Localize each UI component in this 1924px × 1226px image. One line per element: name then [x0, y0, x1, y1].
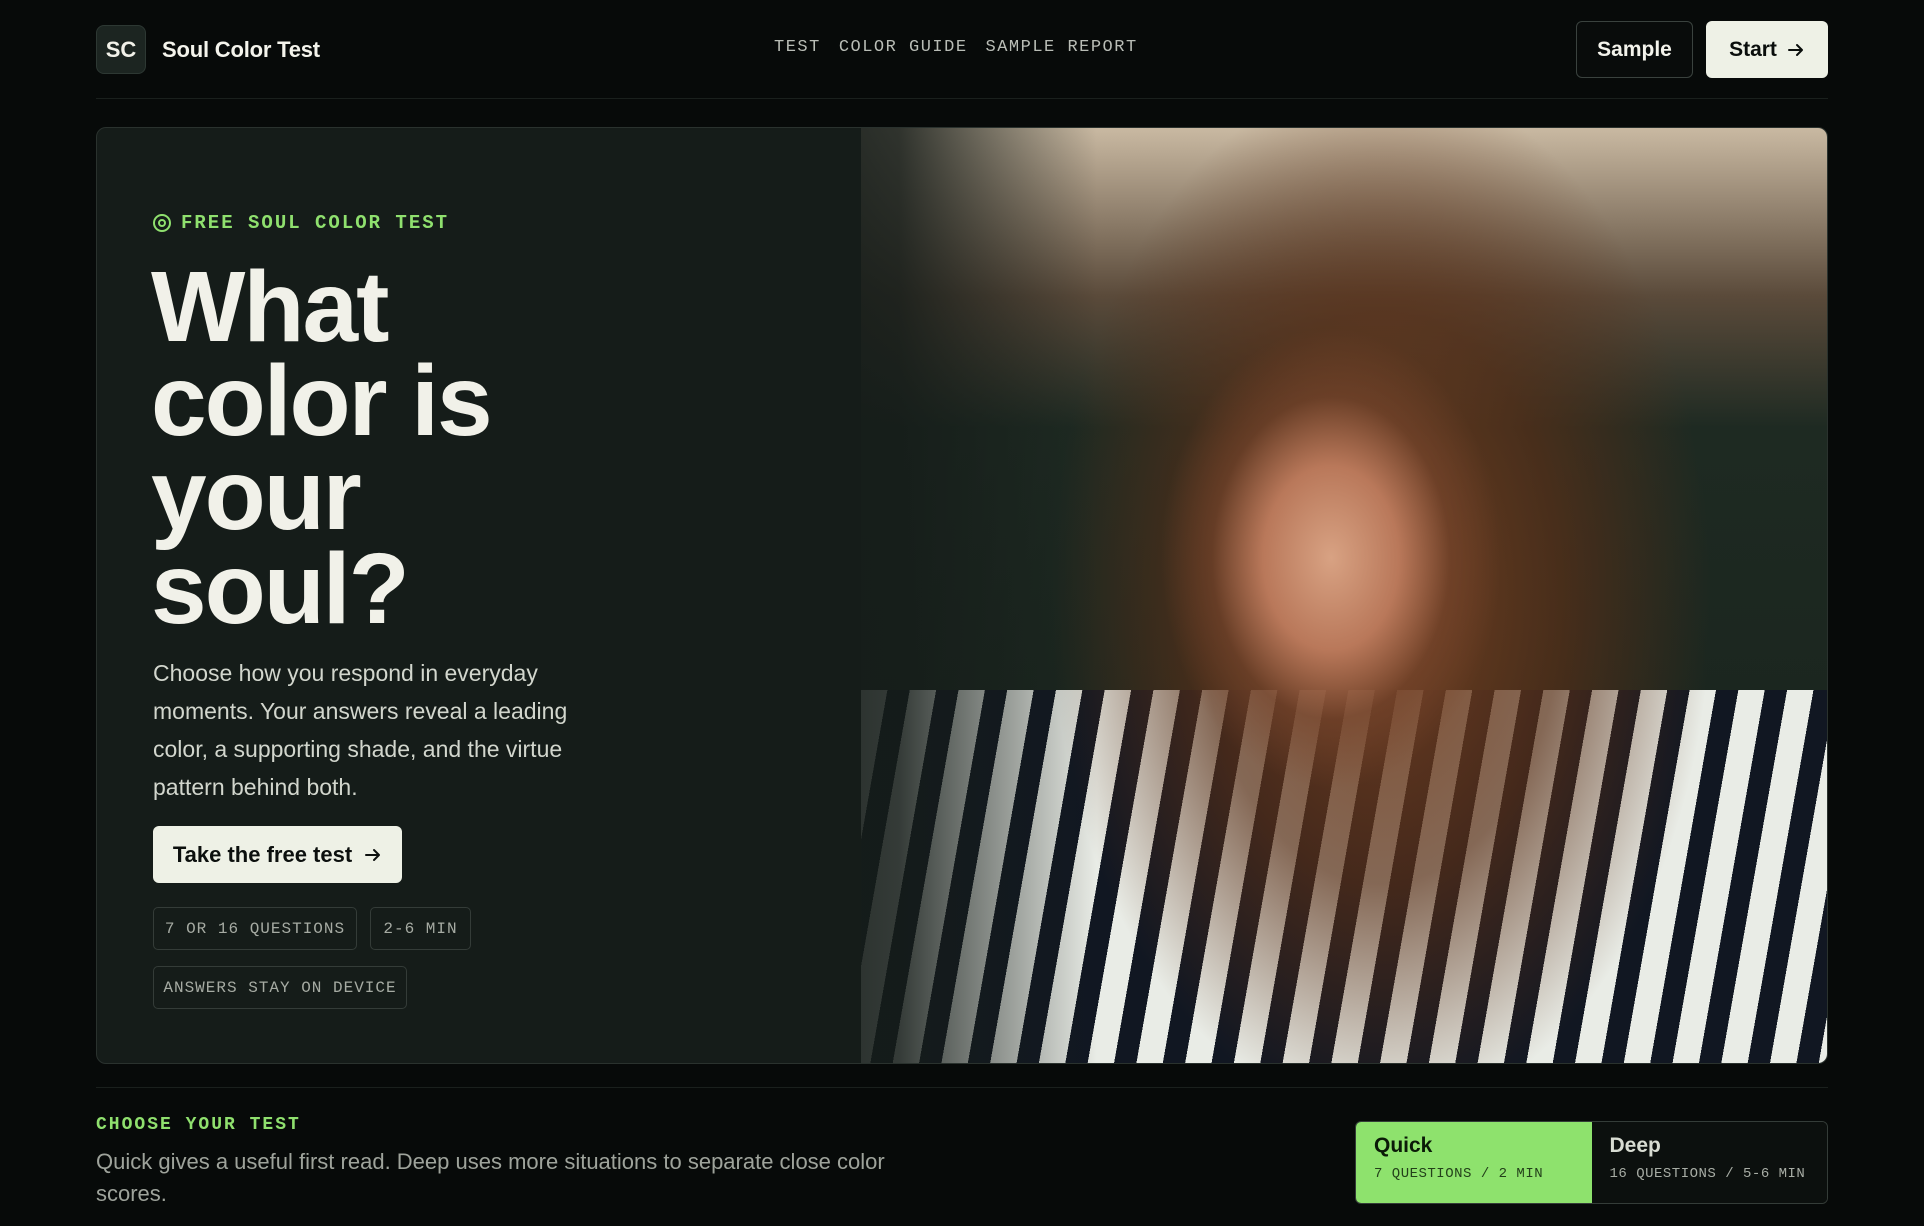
test-mode-toggle: Quick 7 QUESTIONS / 2 MIN Deep 16 QUESTI…	[1355, 1121, 1828, 1204]
arrow-right-icon	[365, 848, 381, 861]
take-test-label: Take the free test	[172, 841, 353, 867]
take-test-button[interactable]: Take the free test	[153, 826, 402, 883]
hero-lead: Choose how you respond in everyday momen…	[153, 660, 568, 800]
hero-eyebrow-text: FREE SOUL COLOR TEST	[181, 212, 450, 234]
sample-button[interactable]: Sample	[1576, 21, 1693, 78]
start-button-label: Start	[1729, 37, 1777, 61]
choose-test-title: CHOOSE YOUR TEST	[96, 1115, 301, 1135]
chip-duration: 2-6 MIN	[370, 907, 471, 950]
nav-link-color-guide[interactable]: COLOR GUIDE	[839, 38, 968, 57]
chip-privacy: ANSWERS STAY ON DEVICE	[153, 966, 407, 1009]
main-nav: TEST COLOR GUIDE SAMPLE REPORT	[774, 38, 1138, 57]
brand-logo: SC	[96, 25, 146, 74]
section-divider	[96, 1087, 1828, 1088]
hero-eyebrow: FREE SOUL COLOR TEST	[153, 212, 449, 234]
choose-test-description: Quick gives a useful first read. Deep us…	[96, 1149, 885, 1206]
hero-headline: What color is your soul?	[151, 251, 493, 645]
nav-link-sample-report[interactable]: SAMPLE REPORT	[986, 38, 1138, 57]
hero-section: FREE SOUL COLOR TEST What color is your …	[96, 127, 1828, 1064]
brand[interactable]: SC Soul Color Test	[96, 25, 320, 74]
chip-question-count: 7 OR 16 QUESTIONS	[153, 907, 357, 950]
quick-option-subtitle: 7 QUESTIONS / 2 MIN	[1374, 1166, 1544, 1182]
deep-test-option[interactable]: Deep 16 QUESTIONS / 5-6 MIN	[1591, 1122, 1827, 1203]
quick-option-title: Quick	[1374, 1134, 1433, 1157]
start-button[interactable]: Start	[1706, 21, 1828, 78]
deep-option-subtitle: 16 QUESTIONS / 5-6 MIN	[1609, 1166, 1806, 1182]
quick-test-option[interactable]: Quick 7 QUESTIONS / 2 MIN	[1356, 1122, 1592, 1203]
arrow-right-icon	[1787, 43, 1803, 56]
nav-link-test[interactable]: TEST	[774, 38, 821, 57]
hero-photo-fade	[737, 128, 1097, 1063]
target-icon	[153, 214, 171, 232]
site-header: SC Soul Color Test TEST COLOR GUIDE SAMP…	[96, 0, 1828, 99]
brand-name: Soul Color Test	[162, 36, 320, 62]
deep-option-title: Deep	[1609, 1134, 1661, 1157]
